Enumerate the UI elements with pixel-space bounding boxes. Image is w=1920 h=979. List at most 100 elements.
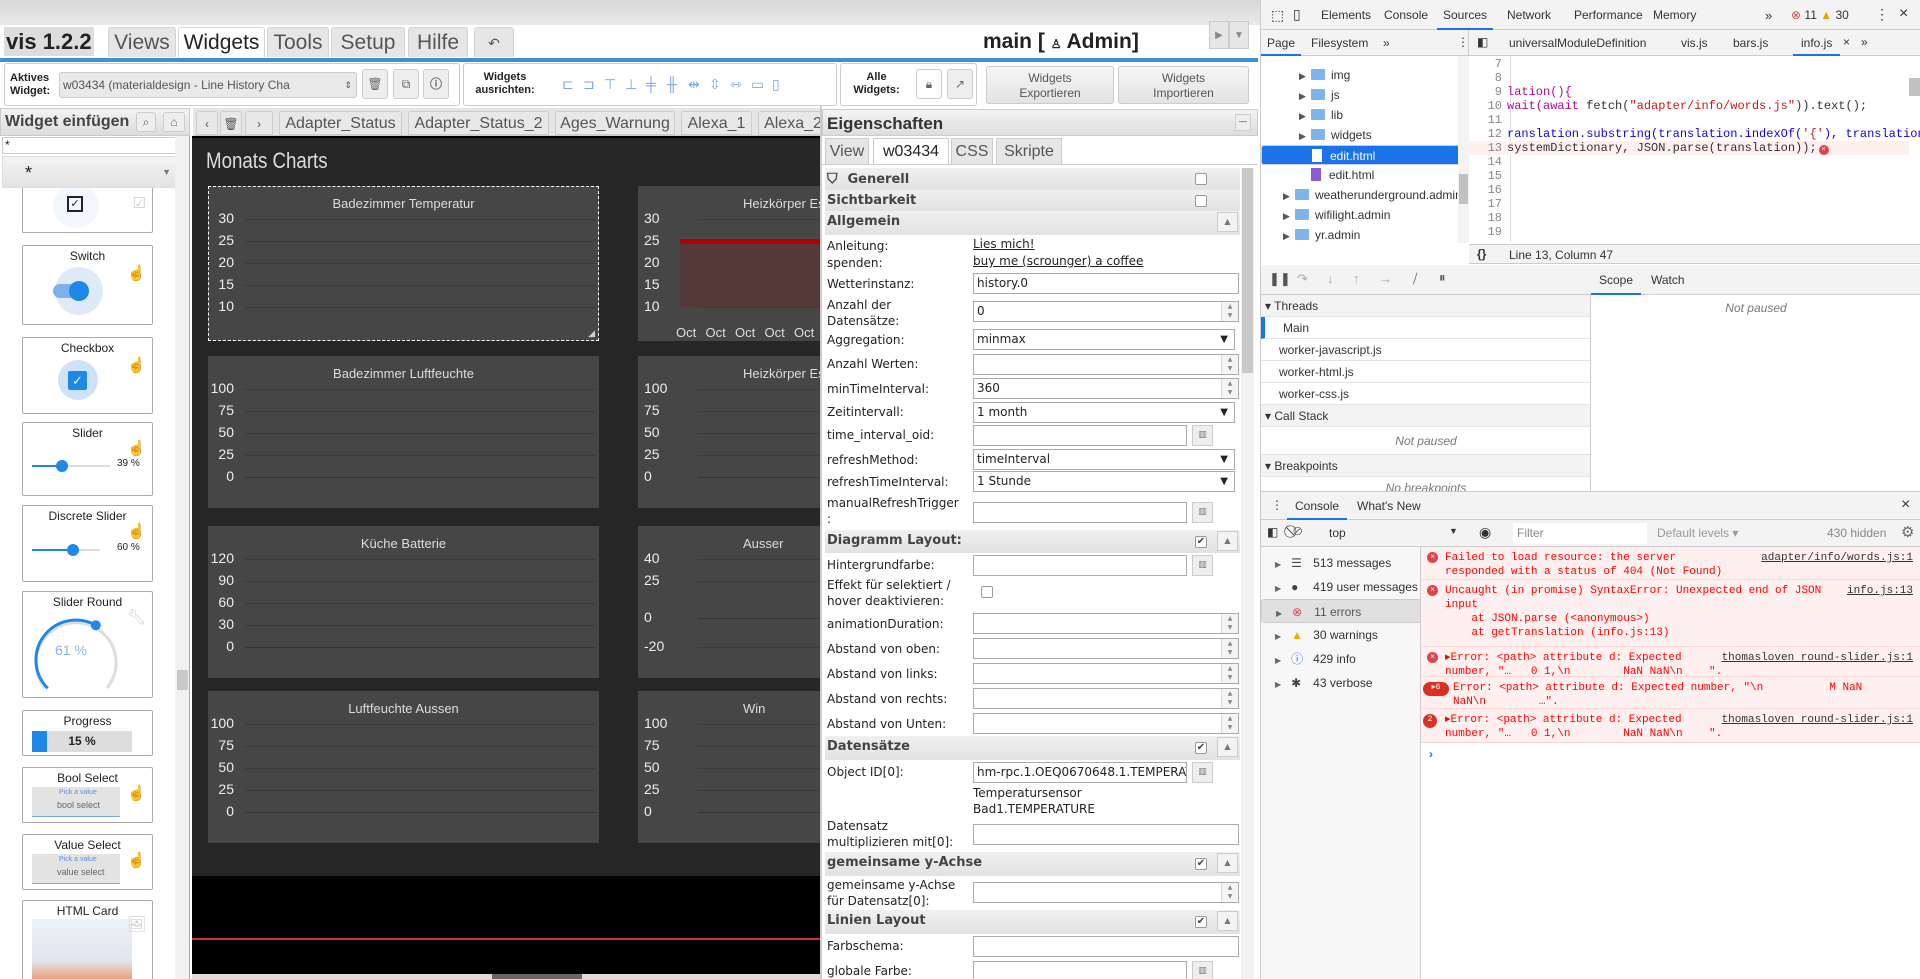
- align-icon[interactable]: ⇳: [709, 76, 721, 93]
- tree-item[interactable]: ▶ wifilight.admin: [1261, 205, 1468, 225]
- collapse-section-button[interactable]: ▲: [1217, 212, 1238, 232]
- active-widget-select[interactable]: w03434 (materialdesign - Line History Ch…: [59, 72, 357, 98]
- code-editor[interactable]: 7 8 9 lation(){10 wait(await fetch("adapter/…: [1469, 56, 1920, 242]
- editor-tab[interactable]: universalModuleDefinition: [1501, 30, 1654, 56]
- tab-widget[interactable]: w03434: [873, 138, 949, 164]
- select-id-button[interactable]: ▥: [1192, 424, 1213, 446]
- view-tab[interactable]: Adapter_Status: [279, 111, 402, 135]
- tree-item[interactable]: ▶ widgets: [1261, 125, 1468, 145]
- message-source-link[interactable]: thomasloven round-slider.js:1: [1721, 713, 1913, 727]
- message-source-link[interactable]: thomasloven round-slider.js:1: [1721, 651, 1913, 665]
- filter-button[interactable]: ⌂: [163, 112, 185, 132]
- delete-view-button[interactable]: 🗑: [220, 111, 242, 135]
- section-checkbox[interactable]: ✔: [1195, 742, 1207, 754]
- tab-watch[interactable]: Watch: [1651, 265, 1685, 295]
- expand-icon[interactable]: ▶: [1299, 126, 1311, 145]
- eye-icon[interactable]: ◉: [1479, 524, 1491, 541]
- palette-widget-bool-select[interactable]: Bool Select Pick a value bool select ☝: [22, 767, 153, 823]
- console-filter-item[interactable]: ▶ ☰ 513 messages: [1261, 551, 1421, 575]
- delete-widget-button[interactable]: 🗑: [362, 69, 388, 99]
- prev-view-button[interactable]: ‹: [196, 111, 218, 135]
- palette-widget-checkbox-basic[interactable]: ✓ ☑: [22, 188, 153, 233]
- more-nav-icon[interactable]: »: [1383, 36, 1390, 50]
- view-tab[interactable]: Alexa_2: [758, 111, 821, 135]
- prop-input[interactable]: [973, 823, 1239, 845]
- expand-icon[interactable]: ▶: [1299, 66, 1311, 85]
- prop-input[interactable]: [973, 960, 1187, 979]
- select-id-button[interactable]: ▥: [1192, 761, 1213, 783]
- more-tabs-button[interactable]: »: [1765, 8, 1772, 23]
- message-source-link[interactable]: info.js:13: [1846, 584, 1913, 598]
- console-prompt[interactable]: ›: [1429, 747, 1433, 761]
- import-widgets-button[interactable]: Widgets Importieren: [1118, 66, 1249, 104]
- editor-tab[interactable]: bars.js: [1725, 30, 1776, 56]
- tab-skripte[interactable]: Skripte: [996, 138, 1062, 164]
- palette-category-select[interactable]: * ▼: [2, 156, 188, 188]
- prop-input[interactable]: ▲ ▼: [973, 688, 1239, 709]
- prop-input[interactable]: [973, 424, 1187, 446]
- console-filter-item[interactable]: ▶ ▲ 30 warnings: [1261, 623, 1421, 647]
- console-settings-icon[interactable]: ⚙: [1901, 523, 1914, 541]
- expand-icon[interactable]: ▶: [1283, 186, 1295, 205]
- prop-input[interactable]: minmax ▼: [973, 329, 1235, 350]
- drawer-tab-whats-new[interactable]: What's New: [1357, 492, 1421, 520]
- align-icon[interactable]: ⊤: [604, 76, 616, 93]
- tab-view[interactable]: View: [825, 138, 869, 164]
- export-widgets-button[interactable]: Widgets Exportieren: [986, 66, 1114, 104]
- align-icon[interactable]: ╫: [667, 76, 677, 92]
- context-select[interactable]: top: [1329, 526, 1346, 540]
- tab-css[interactable]: CSS: [951, 138, 993, 164]
- align-icon[interactable]: ⊥: [625, 76, 637, 93]
- spinner-icon[interactable]: ▲ ▼: [1221, 614, 1238, 633]
- collapse-panel-button[interactable]: —: [1235, 114, 1251, 131]
- palette-widget-discrete-slider[interactable]: Discrete Slider 60 % ☝: [22, 505, 153, 582]
- close-drawer-icon[interactable]: ×: [1901, 496, 1910, 514]
- chart-widget[interactable]: Badezimmer Luftfeuchte 100 75 50 25 0: [208, 356, 599, 508]
- prop-input[interactable]: ▲ ▼: [973, 881, 1239, 903]
- spinner-icon[interactable]: ▲ ▼: [1221, 639, 1238, 658]
- next-view-button[interactable]: ›: [245, 111, 273, 135]
- palette-scrollbar[interactable]: [175, 136, 189, 979]
- thread-item[interactable]: worker-javascript.js: [1261, 339, 1590, 361]
- canvas-scrollbar[interactable]: [192, 974, 822, 979]
- view-tab[interactable]: Ages_Warnung: [555, 111, 675, 135]
- palette-widget-progress[interactable]: Progress 15 %: [22, 710, 153, 756]
- align-icon[interactable]: ⇿: [730, 76, 742, 93]
- threads-header[interactable]: ▾ Threads: [1261, 295, 1590, 317]
- drawer-menu-icon[interactable]: ⋮: [1271, 498, 1283, 512]
- pretty-print-icon[interactable]: {}: [1477, 247, 1486, 261]
- devtools-tab[interactable]: Elements: [1315, 0, 1377, 30]
- more-editor-tabs-icon[interactable]: »: [1861, 35, 1868, 49]
- inspect-icon[interactable]: ⬚: [1271, 7, 1284, 24]
- undo-button[interactable]: ↶: [474, 27, 514, 57]
- chart-widget[interactable]: Küche Batterie 120 90 60 30 0: [208, 526, 599, 678]
- tree-item[interactable]: ▶ weatherunderground.admin: [1261, 185, 1468, 205]
- nav-tab-filesystem[interactable]: Filesystem: [1311, 30, 1368, 56]
- prop-input[interactable]: ▲ ▼: [973, 353, 1239, 375]
- spinner-icon[interactable]: ▲ ▼: [1221, 354, 1238, 374]
- spinner-icon[interactable]: ▲ ▼: [1221, 664, 1238, 683]
- bool-select-field[interactable]: Pick a value bool select: [32, 787, 120, 817]
- editor-tab[interactable]: info.js: [1793, 30, 1841, 56]
- devtools-tab[interactable]: Console: [1378, 0, 1434, 30]
- chart-widget[interactable]: Ausser 40 25 0 -20: [638, 526, 822, 678]
- dropdown-button[interactable]: ▼: [1229, 21, 1249, 49]
- properties-scrollbar[interactable]: [1241, 168, 1254, 979]
- palette-widget-slider[interactable]: Slider 39 % ☝: [22, 422, 153, 496]
- align-icon[interactable]: ⊐: [583, 76, 595, 93]
- expand-icon[interactable]: ▶: [1283, 206, 1295, 225]
- expand-icon[interactable]: ▶: [1299, 86, 1311, 105]
- nav-tab-page[interactable]: Page: [1261, 30, 1302, 56]
- prop-input[interactable]: hm-rpc.1.OEQ0670648.1.TEMPERATURE: [973, 761, 1187, 783]
- prop-link[interactable]: buy me (scrounger) a coffee: [973, 254, 1143, 268]
- align-icon[interactable]: ⊏: [562, 76, 574, 93]
- console-filter-input[interactable]: Filter: [1513, 523, 1647, 544]
- menu-tab-setup[interactable]: Setup: [331, 27, 405, 57]
- section-checkbox[interactable]: ✔: [1195, 858, 1207, 870]
- palette-widget-checkbox[interactable]: Checkbox ✓ ☝: [22, 337, 153, 414]
- close-tab-icon[interactable]: ×: [1843, 35, 1850, 49]
- menu-tab-views[interactable]: Views: [108, 27, 176, 57]
- palette-widget-html-card[interactable]: HTML Card 🖼︎: [22, 900, 153, 979]
- log-levels-select[interactable]: Default levels ▾: [1657, 526, 1738, 540]
- select-id-button[interactable]: ▥: [1192, 501, 1213, 523]
